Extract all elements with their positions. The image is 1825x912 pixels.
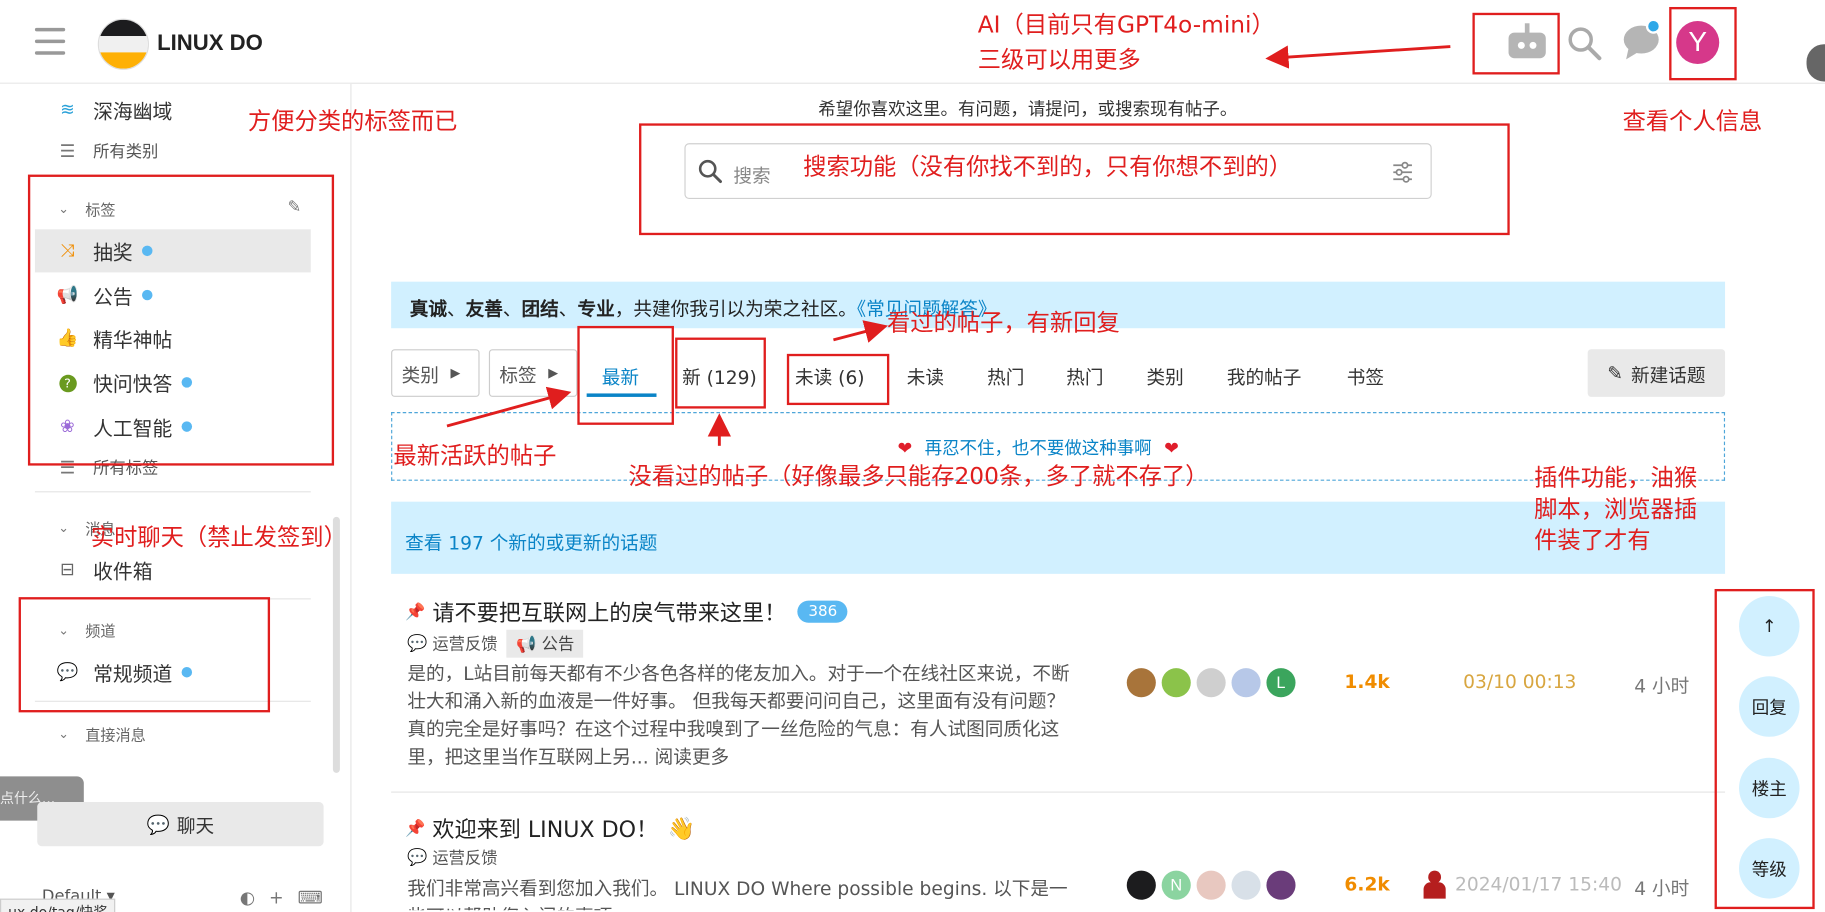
annotation-arrows: [446, 45, 1451, 446]
page: LINUX DO Y ≋ 深海幽域 ☰ 所有类别 ⌄ 标签 ✎ ⤨ 抽奖 📢 公…: [0, 0, 1825, 912]
screenshot: LINUX DO Y ≋ 深海幽域 ☰ 所有类别 ⌄ 标签 ✎ ⤨ 抽奖 📢 公…: [0, 0, 1825, 912]
